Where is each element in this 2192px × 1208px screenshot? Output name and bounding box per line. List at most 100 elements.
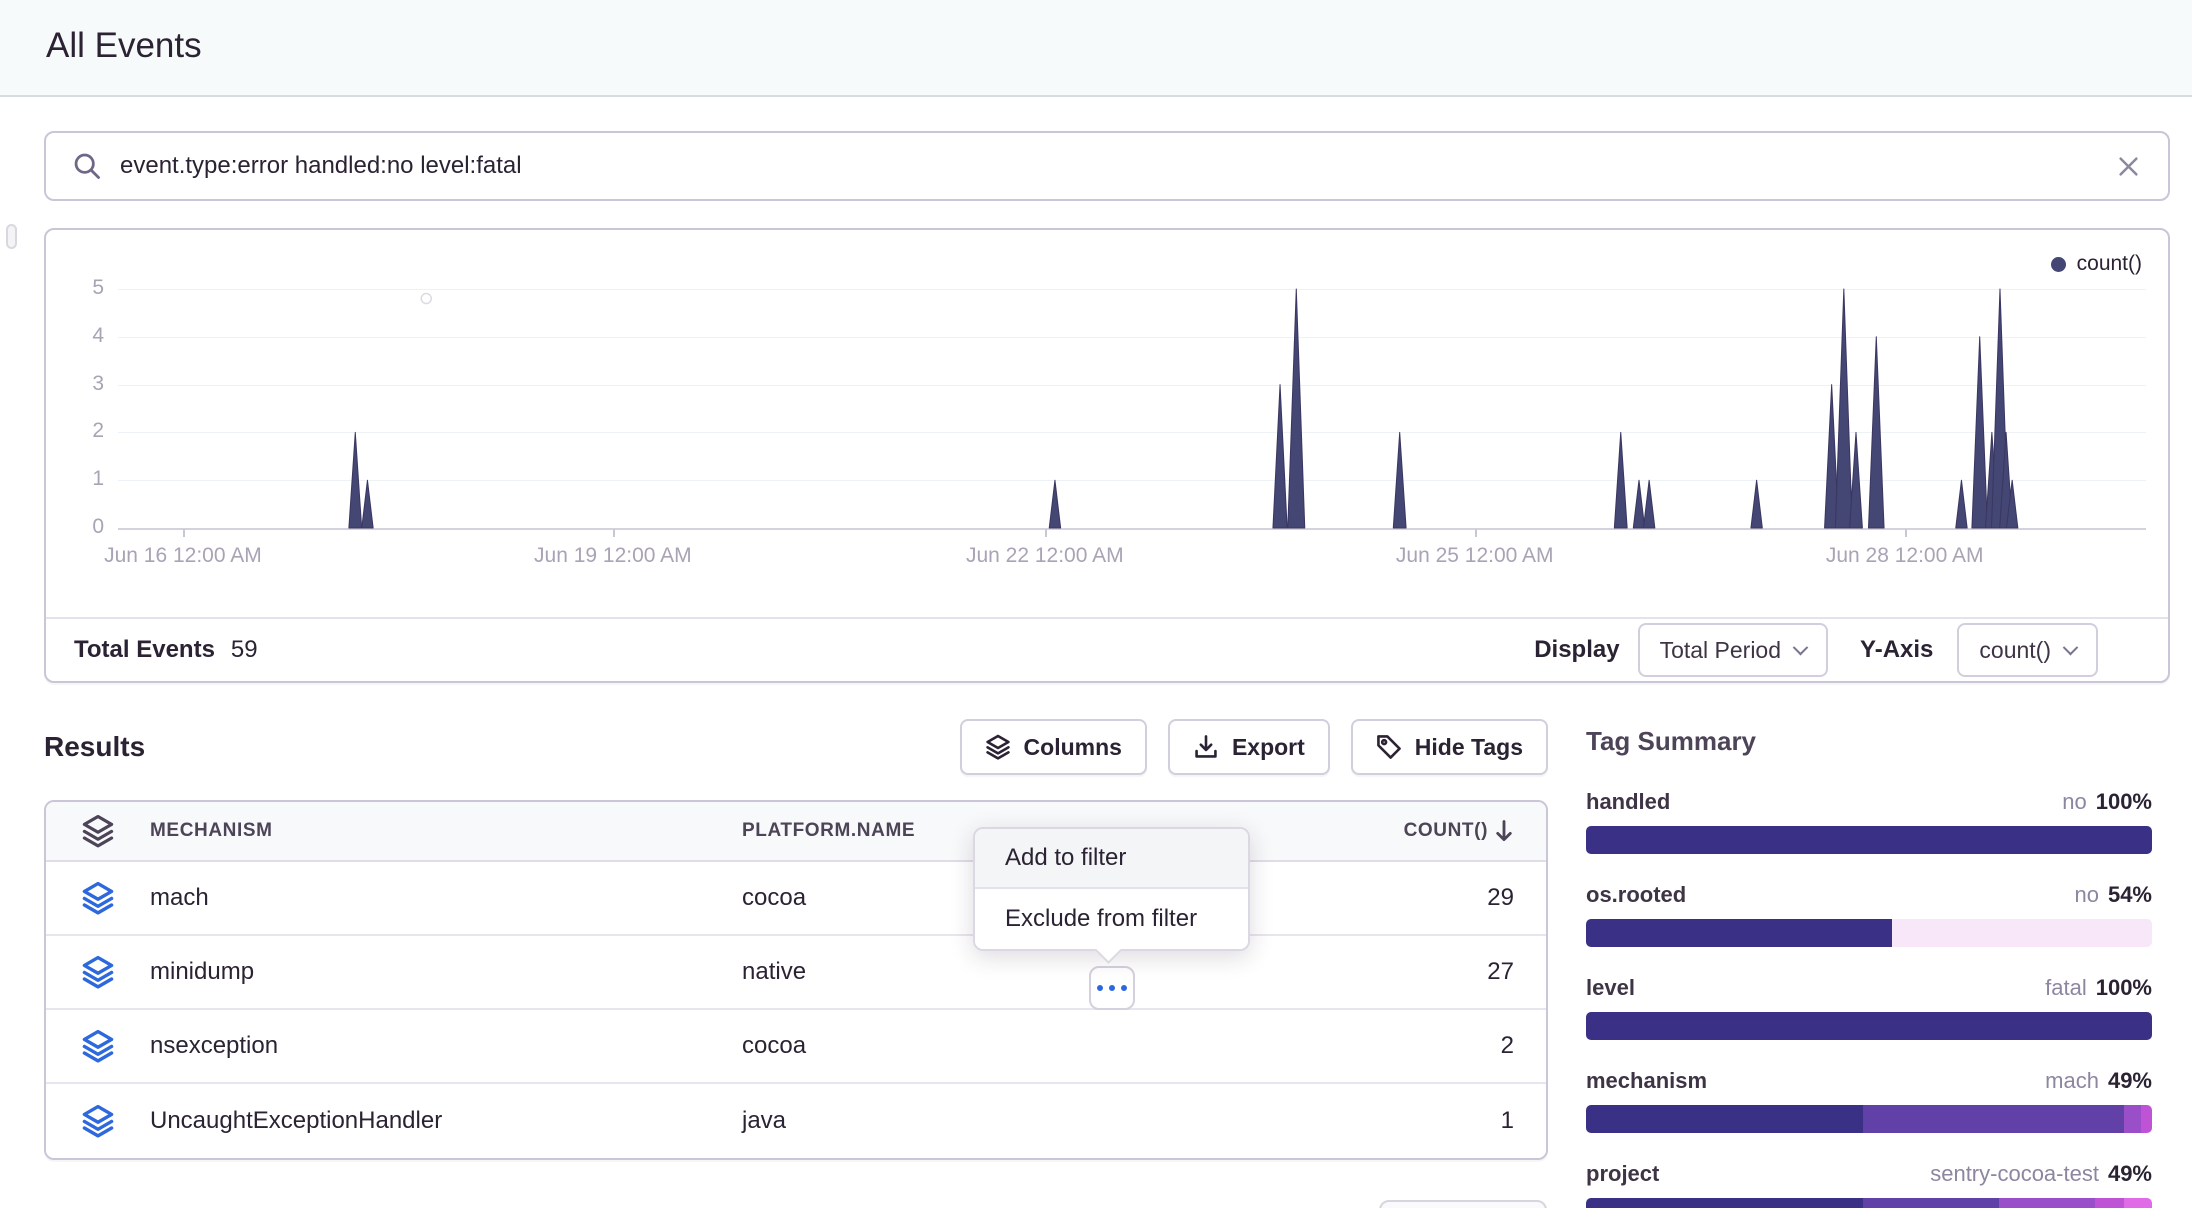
tag-entry: os.rooted no 54% (1586, 882, 2152, 947)
cell-actions-menu: Add to filter Exclude from filter (973, 827, 1250, 951)
edit-columns-icon[interactable] (46, 814, 150, 848)
event-stack-icon (46, 1029, 150, 1063)
y-axis-tick-label: 1 (46, 467, 104, 491)
display-select-value: Total Period (1660, 637, 1781, 664)
event-stack-icon (46, 955, 150, 989)
tag-name: project (1586, 1161, 1659, 1187)
x-axis-tick (1475, 529, 1477, 537)
x-axis-tick (613, 529, 615, 537)
cell-count: 1 (1326, 1107, 1546, 1135)
cell-mechanism: mach (150, 884, 742, 912)
tag-bar-segment (2141, 1105, 2152, 1133)
table-row: minidump native 27 (46, 936, 1546, 1010)
yaxis-select[interactable]: count() (1957, 623, 2098, 677)
cell-actions-button[interactable] (1089, 966, 1135, 1010)
tag-top-percent: 100% (2096, 789, 2152, 815)
tag-name: os.rooted (1586, 882, 1686, 908)
tag-bar-segment (2124, 1105, 2141, 1133)
table-row: mach cocoa 29 (46, 862, 1546, 936)
table-header-row: MECHANISM PLATFORM.NAME COUNT() (46, 802, 1546, 862)
display-label: Display (1534, 636, 1619, 664)
legend-dot-icon (2051, 257, 2066, 272)
tag-bar-segment (1863, 1198, 1999, 1208)
cell-platform: native (742, 958, 1326, 986)
tag-summary-title: Tag Summary (1586, 726, 2152, 757)
y-axis-tick-label: 2 (46, 419, 104, 443)
column-header-count[interactable]: COUNT() (1326, 820, 1546, 842)
pagination-buttons[interactable] (1379, 1200, 1547, 1208)
tag-distribution-bar[interactable] (1586, 1105, 2152, 1133)
tag-top-value: fatal (2045, 975, 2087, 1001)
x-axis-tick-label: Jun 16 12:00 AM (104, 544, 262, 568)
ellipsis-icon (1097, 985, 1103, 991)
tag-distribution-bar[interactable] (1586, 1198, 2152, 1208)
y-axis-tick-label: 0 (46, 515, 104, 539)
x-axis-tick-label: Jun 22 12:00 AM (966, 544, 1124, 568)
chart-plot: count() 012345Jun 16 12:00 AMJun 19 12:0… (46, 230, 2168, 619)
total-events-label: Total Events (74, 636, 215, 664)
download-icon (1193, 734, 1219, 760)
legend-label: count() (2077, 252, 2142, 276)
chevron-down-icon (2063, 639, 2079, 655)
display-select[interactable]: Total Period (1638, 623, 1828, 677)
stack-icon (985, 734, 1011, 760)
hide-tags-button-label: Hide Tags (1415, 734, 1523, 761)
results-title: Results (44, 731, 145, 763)
cell-platform: java (742, 1107, 1326, 1135)
tag-distribution-bar[interactable] (1586, 919, 2152, 947)
tag-bar-segment (2095, 1198, 2123, 1208)
results-table: MECHANISM PLATFORM.NAME COUNT() mach coc… (44, 800, 1548, 1160)
tag-summary: Tag Summary handled no 100% os.rooted no… (1586, 726, 2152, 1208)
tag-bar-segment (1586, 1105, 1863, 1133)
menu-item-add-to-filter[interactable]: Add to filter (975, 829, 1248, 889)
tag-name: mechanism (1586, 1068, 1707, 1094)
chevron-down-icon (1793, 639, 1809, 655)
yaxis-select-value: count() (1979, 637, 2051, 664)
tag-top-percent: 49% (2108, 1161, 2152, 1187)
event-stack-icon (46, 881, 150, 915)
count-header-label: COUNT() (1404, 820, 1488, 842)
tag-top-value: no (2062, 789, 2086, 815)
tag-distribution-bar[interactable] (1586, 1012, 2152, 1040)
chart-footer: Total Events 59 Display Total Period Y-A… (46, 617, 2168, 681)
event-count-series (118, 230, 2146, 530)
tag-bar-segment (1863, 1105, 2123, 1133)
events-chart-panel: count() 012345Jun 16 12:00 AMJun 19 12:0… (44, 228, 2170, 683)
cell-count: 27 (1326, 958, 1546, 986)
x-axis-tick (183, 529, 185, 537)
tag-name: level (1586, 975, 1635, 1001)
y-axis-tick-label: 3 (46, 372, 104, 396)
total-events-value: 59 (231, 636, 258, 664)
sort-desc-arrow-icon (1494, 820, 1514, 842)
tag-entry: level fatal 100% (1586, 975, 2152, 1040)
yaxis-label: Y-Axis (1860, 636, 1933, 664)
tag-bar-segment (1586, 1198, 1863, 1208)
tag-entry: project sentry-cocoa-test 49% (1586, 1161, 2152, 1208)
event-stack-icon (46, 1104, 150, 1138)
x-axis-tick-label: Jun 25 12:00 AM (1396, 544, 1554, 568)
columns-button[interactable]: Columns (960, 719, 1147, 775)
tag-entry: handled no 100% (1586, 789, 2152, 854)
table-row: nsexception cocoa 2 (46, 1010, 1546, 1084)
tag-bar-segment (1586, 1012, 2152, 1040)
cell-platform: cocoa (742, 1032, 1326, 1060)
tag-bar-segment (1586, 826, 2152, 854)
results-header: Results Columns Export Hide Tags (44, 718, 1548, 776)
tag-top-percent: 49% (2108, 1068, 2152, 1094)
column-header-mechanism[interactable]: MECHANISM (150, 820, 742, 842)
tag-entry: mechanism mach 49% (1586, 1068, 2152, 1133)
tag-bar-segment (1999, 1198, 2095, 1208)
chart-legend[interactable]: count() (2051, 252, 2142, 276)
discover-all-events-page: All Events count() 012345Jun 16 12:00 AM… (0, 0, 2192, 1208)
tag-distribution-bar[interactable] (1586, 826, 2152, 854)
hide-tags-button[interactable]: Hide Tags (1351, 719, 1548, 775)
x-axis-tick (1905, 529, 1907, 537)
cell-count: 29 (1326, 884, 1546, 912)
search-bar[interactable] (44, 131, 2170, 201)
clear-search-icon[interactable] (2115, 153, 2142, 180)
search-input[interactable] (120, 152, 2115, 180)
x-axis-tick (1045, 529, 1047, 537)
tag-icon (1376, 734, 1402, 760)
export-button[interactable]: Export (1168, 719, 1330, 775)
x-axis-tick-label: Jun 28 12:00 AM (1826, 544, 1984, 568)
